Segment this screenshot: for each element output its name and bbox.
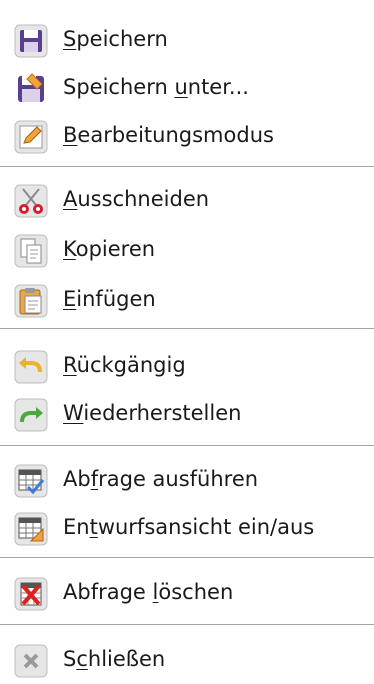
- separator: [0, 445, 374, 446]
- menu-item-run-query[interactable]: Abfrage ausführen: [0, 456, 374, 504]
- context-menu: Speichern Speichern unter... Bearbeitung…: [0, 0, 374, 678]
- scissors-icon: [14, 184, 48, 218]
- design-view-icon: [14, 512, 48, 546]
- paste-icon: [14, 284, 48, 318]
- copy-icon: [14, 234, 48, 268]
- menu-item-label: Schließen: [63, 647, 166, 671]
- menu-item-cut[interactable]: Ausschneiden: [0, 176, 374, 224]
- undo-icon: [14, 350, 48, 384]
- menu-item-label: Entwurfsansicht ein/aus: [63, 515, 315, 539]
- menu-item-edit-mode[interactable]: Bearbeitungsmodus: [0, 112, 374, 160]
- save-as-icon: [14, 72, 48, 106]
- separator: [0, 557, 374, 558]
- menu-item-label: Speichern: [63, 27, 168, 51]
- menu-item-label: Einfügen: [63, 287, 156, 311]
- menu-item-label: Wiederherstellen: [63, 401, 242, 425]
- menu-item-design-view[interactable]: Entwurfsansicht ein/aus: [0, 504, 374, 552]
- menu-item-redo[interactable]: Wiederherstellen: [0, 390, 374, 438]
- separator: [0, 166, 374, 167]
- menu-item-label: Ausschneiden: [63, 187, 210, 211]
- close-icon: [14, 644, 48, 678]
- edit-mode-icon: [14, 120, 48, 154]
- menu-item-label: Bearbeitungsmodus: [63, 123, 274, 147]
- separator: [0, 328, 374, 329]
- menu-item-label: Abfrage ausführen: [63, 467, 259, 491]
- run-query-icon: [14, 464, 48, 498]
- separator: [0, 624, 374, 625]
- menu-item-save-as[interactable]: Speichern unter...: [0, 64, 374, 112]
- menu-item-undo[interactable]: Rückgängig: [0, 342, 374, 390]
- menu-item-label: Abfrage löschen: [63, 580, 234, 604]
- menu-item-label: Kopieren: [63, 237, 156, 261]
- menu-item-label: Rückgängig: [63, 353, 186, 377]
- save-icon: [14, 24, 48, 58]
- menu-item-copy[interactable]: Kopieren: [0, 226, 374, 274]
- redo-icon: [14, 398, 48, 432]
- delete-query-icon: [14, 577, 48, 611]
- menu-item-paste[interactable]: Einfügen: [0, 276, 374, 324]
- menu-item-delete-query[interactable]: Abfrage löschen: [0, 569, 374, 617]
- menu-item-label: Speichern unter...: [63, 75, 249, 99]
- menu-item-save[interactable]: Speichern: [0, 16, 374, 64]
